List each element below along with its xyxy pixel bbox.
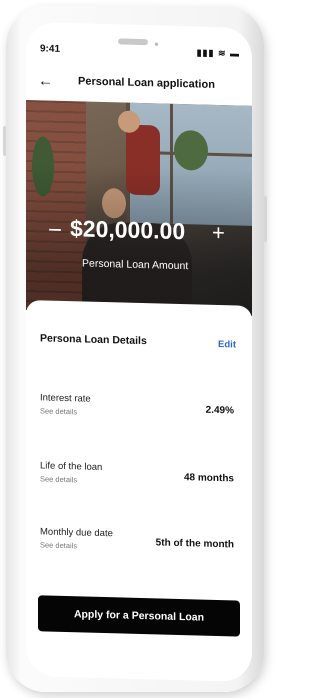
page-title: Personal Loan application [78, 75, 215, 91]
see-details-link[interactable]: See details [40, 406, 77, 416]
row-label: Life of the loan [40, 460, 103, 473]
edit-link[interactable]: Edit [218, 339, 236, 350]
camera-icon: ● [154, 39, 159, 49]
back-arrow-icon[interactable]: ← [38, 72, 53, 89]
row-value: 48 months [183, 472, 234, 485]
section-title: Persona Loan Details [40, 332, 147, 348]
power-button [264, 196, 267, 242]
volume-button [3, 126, 6, 156]
status-time: 9:41 [40, 43, 61, 55]
speaker-notch [118, 38, 148, 46]
phone-frame: 9:41 ● ▮▮▮ ≋ ▬ ← Personal Loan applicati… [3, 6, 267, 692]
see-details-link[interactable]: See details [40, 540, 77, 550]
row-value: 2.49% [205, 404, 234, 417]
navigation-bar: ← Personal Loan application [26, 68, 252, 102]
signal-wifi-battery-icon: ▮▮▮ ≋ ▬ [196, 47, 240, 59]
amount-selector: − $20,000.00 + [26, 212, 252, 258]
detail-row-loan-life: Life of the loan See details 48 months [26, 460, 252, 506]
decrease-amount-button[interactable]: − [48, 217, 62, 245]
row-label: Interest rate [40, 392, 91, 405]
row-value: 5th of the month [155, 537, 234, 551]
loan-amount: $20,000.00 [70, 215, 186, 245]
hero-image: − $20,000.00 + Personal Loan Amount [26, 100, 252, 316]
see-details-link[interactable]: See details [40, 474, 77, 484]
increase-amount-button[interactable]: + [212, 220, 225, 246]
detail-row-interest-rate: Interest rate See details 2.49% [26, 392, 252, 438]
apply-loan-button[interactable]: Apply for a Personal Loan [38, 595, 240, 637]
phone-screen: 9:41 ● ▮▮▮ ≋ ▬ ← Personal Loan applicati… [26, 22, 252, 682]
row-label: Monthly due date [40, 526, 113, 540]
detail-row-due-date: Monthly due date See details 5th of the … [26, 526, 252, 572]
status-bar: 9:41 ● ▮▮▮ ≋ ▬ [26, 22, 252, 62]
